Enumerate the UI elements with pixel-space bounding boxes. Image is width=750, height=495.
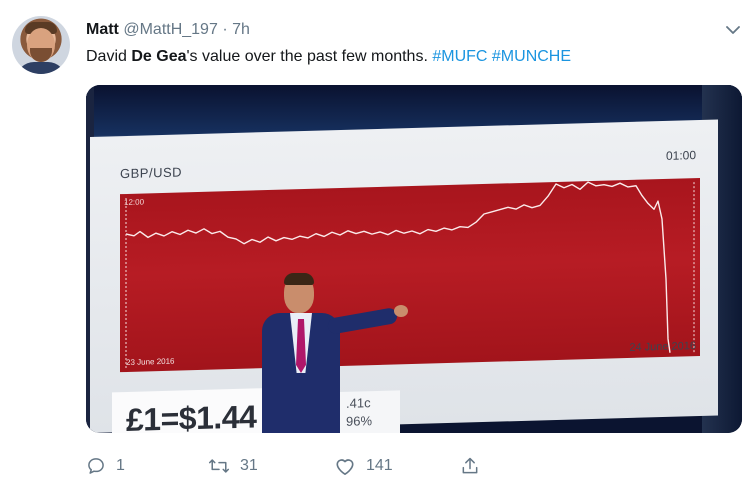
share-icon: [460, 456, 480, 476]
presenter-hair: [284, 273, 314, 285]
hashtag-mufc[interactable]: #MUFC: [432, 48, 487, 65]
share-button[interactable]: [460, 452, 480, 480]
currency-pair-label: GBP/USD: [120, 164, 183, 182]
tweet-actions: 1 31 141: [86, 452, 606, 480]
hashtag-munche[interactable]: #MUNCHE: [492, 48, 571, 65]
tweet-header: Matt @MattH_197 · 7h: [86, 20, 250, 40]
tweet-text-bold: De Gea: [131, 48, 187, 65]
chevron-down-icon[interactable]: [726, 22, 740, 38]
tweet-text: David De Gea's value over the past few m…: [86, 47, 571, 67]
reply-count: 1: [116, 457, 125, 474]
presenter-figure: [262, 273, 412, 433]
price-box: £1=$1.44: [112, 388, 262, 433]
retweet-button[interactable]: 31: [208, 452, 258, 480]
reply-icon: [86, 456, 106, 476]
like-button[interactable]: 141: [334, 452, 393, 480]
start-time-tick: 12:00: [124, 197, 145, 208]
reply-button[interactable]: 1: [86, 452, 125, 480]
clock-label: 01:00: [665, 148, 696, 163]
avatar[interactable]: [12, 16, 70, 74]
heart-icon: [334, 456, 356, 476]
retweet-count: 31: [240, 457, 258, 474]
separator-dot: ·: [222, 21, 228, 38]
presenter-hand: [394, 305, 408, 317]
tweet-card[interactable]: Matt @MattH_197 · 7h David De Gea's valu…: [0, 0, 750, 495]
tweet-photo[interactable]: GBP/USD 01:00 12:00 23 June 2016 24 June…: [86, 85, 742, 433]
end-date-label: 24 June 2016: [629, 340, 696, 354]
author-name[interactable]: Matt: [86, 21, 119, 38]
avatar-shirt: [16, 62, 66, 74]
presenter-arm: [326, 306, 399, 335]
like-count: 141: [366, 457, 393, 474]
price-label: £1=$1.44: [126, 398, 257, 433]
tweet-text-suffix: 's value over the past few months.: [186, 48, 433, 65]
tweet-timestamp[interactable]: 7h: [232, 21, 250, 38]
start-date-label: 23 June 2016: [126, 356, 175, 367]
author-handle[interactable]: @MattH_197: [123, 21, 218, 38]
retweet-icon: [208, 456, 230, 476]
tweet-text-prefix: David: [86, 48, 132, 65]
